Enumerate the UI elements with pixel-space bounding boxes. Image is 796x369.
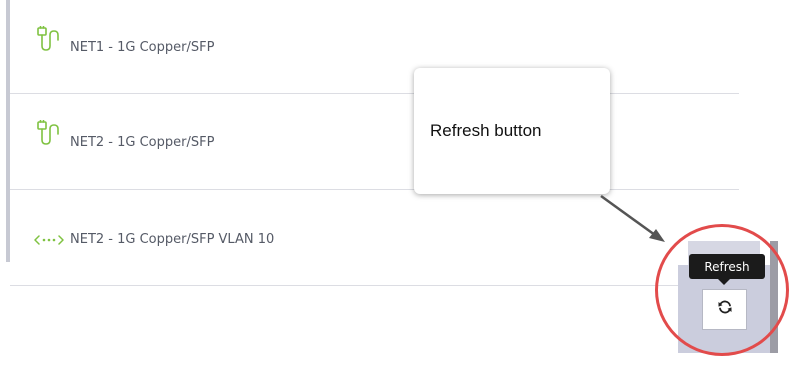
callout-text: Refresh button xyxy=(430,121,542,140)
vlan-icon xyxy=(34,233,64,252)
ethernet-cable-icon xyxy=(34,25,64,57)
annotation-callout: Refresh button xyxy=(414,68,610,194)
highlight-circle xyxy=(655,224,789,356)
interface-row-net2-vlan10[interactable]: NET2 - 1G Copper/SFP VLAN 10 xyxy=(10,191,739,286)
interface-label: NET1 - 1G Copper/SFP xyxy=(70,40,215,55)
ethernet-cable-icon xyxy=(34,119,64,151)
interface-row-net1[interactable]: NET1 - 1G Copper/SFP xyxy=(10,0,739,94)
interface-row-net2[interactable]: NET2 - 1G Copper/SFP xyxy=(10,96,739,190)
interface-label: NET2 - 1G Copper/SFP VLAN 10 xyxy=(70,232,275,247)
interface-label: NET2 - 1G Copper/SFP xyxy=(70,135,215,150)
